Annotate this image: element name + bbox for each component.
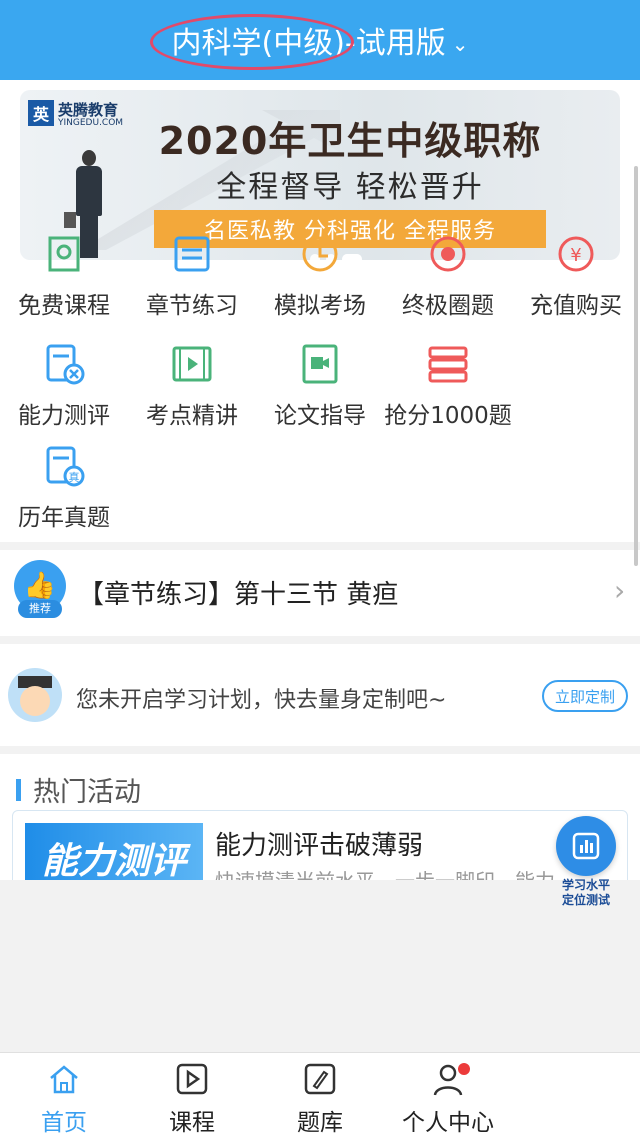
grid-item-past-exams[interactable]: 真 历年真题 [0,442,128,532]
customize-plan-button[interactable]: 立即定制 [542,680,628,712]
app-header: 内科学(中级)-试用版 ⌄ [0,0,640,80]
stack-icon [428,346,468,383]
grid-item-ability-test[interactable]: 能力测评 [0,340,128,430]
camera-book-icon [302,344,338,384]
grid-item-thesis-guide[interactable]: 论文指导 [256,340,384,430]
grid-item-mock-exam[interactable]: 模拟考场 [256,230,384,320]
grid-item-final-questions[interactable]: 终极圈题 [384,230,512,320]
grid-item-free-course[interactable]: 免费课程 [0,230,128,320]
activity-image: 能力测评 [25,823,203,880]
bar-chart-icon [556,816,616,876]
main-content: 英 英腾教育 YINGEDU.COM 2020年卫生中级职称 全程督导 轻松晋升… [0,80,640,880]
title-accent-bar [16,778,21,801]
list-icon [174,236,210,272]
target-icon [430,236,466,272]
chevron-down-icon: ⌄ [451,32,469,56]
video-icon [172,346,212,382]
brand-url: YINGEDU.COM [58,118,124,128]
test-icon [46,344,85,385]
tab-course[interactable]: 课程 [128,1061,256,1137]
activity-title: 能力测评击破薄弱 [215,831,424,861]
recommend-badge: 👍 推荐 [14,560,66,618]
pencil-icon [304,1063,336,1095]
play-icon [176,1063,208,1095]
recommend-tag: 推荐 [18,600,62,618]
activity-subtitle: 快速摸清当前水平，一步一脚印，能力 [215,865,555,880]
grid-item-chapter-practice[interactable]: 章节练习 [128,230,256,320]
real-exam-icon: 真 [46,446,85,487]
highlight-oval [150,14,354,70]
hot-activities-section: 热门活动 能力测评 能力测评击破薄弱 快速摸清当前水平，一步一脚印，能力 [0,754,640,880]
tab-home[interactable]: 首页 [0,1061,128,1137]
grid-item-key-points[interactable]: 考点精讲 [128,340,256,430]
yen-icon: ¥ [558,236,594,272]
bottom-tab-bar: 首页 课程 题库 个人中心 [0,1052,640,1137]
function-grid: 免费课程 章节练习 模拟考场 终极圈题 ¥ 充值购买 能力测评 考点精讲 论文指… [0,236,640,542]
notification-dot [458,1063,470,1075]
scrollbar[interactable] [634,166,638,566]
tab-profile[interactable]: 个人中心 [384,1061,512,1137]
float-label: 学习水平 定位测试 [561,878,610,907]
clock-icon [302,236,338,272]
banner-subline: 全程督导 轻松晋升 [216,170,484,205]
recommend-text: 【章节练习】第十三节 黄疸 [78,580,399,610]
doctor-avatar-icon [8,668,62,722]
tab-question-bank[interactable]: 题库 [256,1061,384,1137]
banner-headline: 2020年卫生中级职称 [158,119,542,163]
chevron-right-icon: › [614,574,626,607]
book-icon [48,236,80,272]
svg-text:真: 真 [69,470,80,484]
grid-item-recharge[interactable]: ¥ 充值购买 [512,230,640,320]
level-test-floating-button[interactable]: 学习水平 定位测试 [552,816,620,910]
recommend-row[interactable]: 👍 推荐 【章节练习】第十三节 黄疸 › [0,550,640,636]
svg-text:¥: ¥ [570,245,581,266]
brand-logo-icon: 英 [28,100,54,126]
grid-item-1000-questions[interactable]: 抢分1000题 [384,340,512,430]
section-title: 热门活动 [16,770,141,809]
activity-card[interactable]: 能力测评 能力测评击破薄弱 快速摸清当前水平，一步一脚印，能力 [12,810,628,880]
brand-name: 英腾教育 [58,101,119,119]
home-icon [50,1065,78,1094]
plan-prompt: 您未开启学习计划，快去量身定制吧~ [76,688,447,713]
study-plan-card: 您未开启学习计划，快去量身定制吧~ 立即定制 [0,644,640,746]
